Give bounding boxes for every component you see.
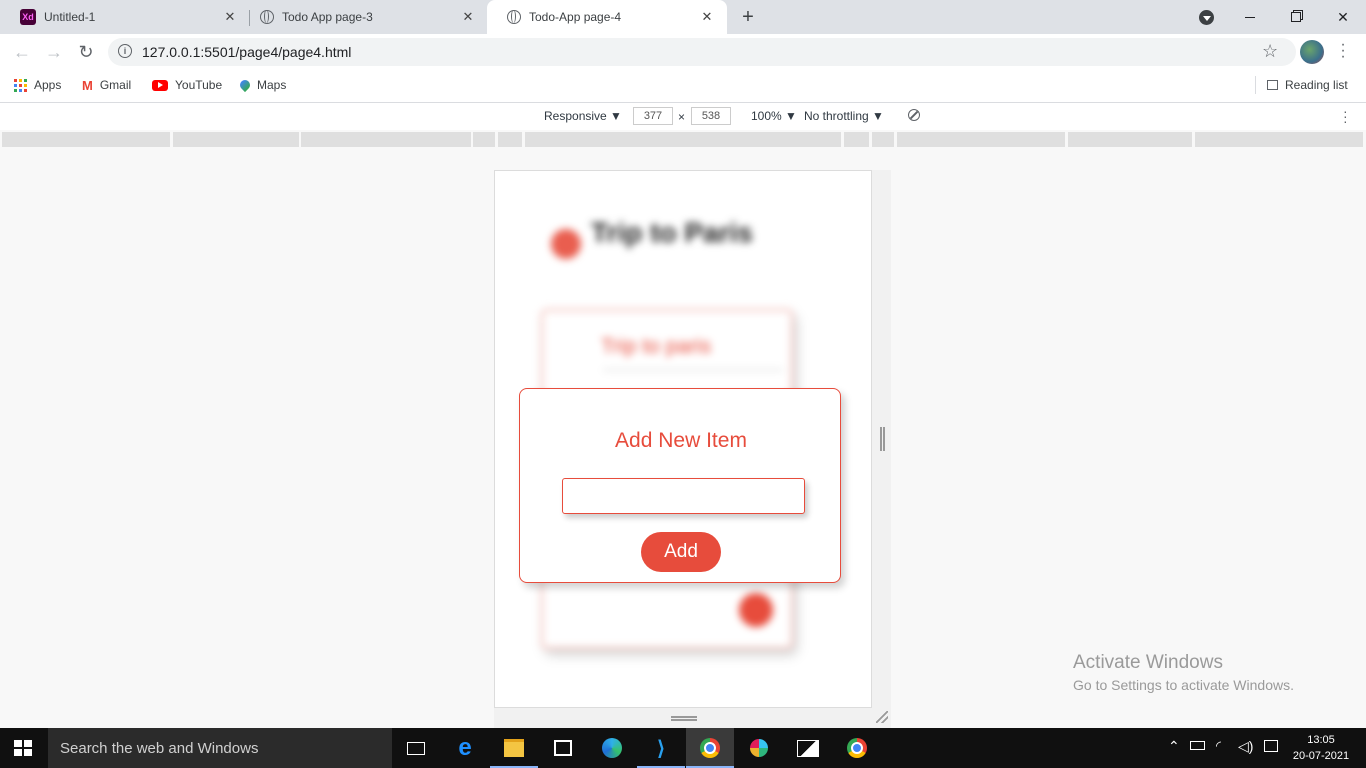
- tab-untitled[interactable]: Xd Untitled-1 ✕: [0, 0, 250, 34]
- vscode-icon[interactable]: ⟩: [637, 728, 685, 768]
- media-query-segment[interactable]: [1195, 132, 1363, 147]
- tab-todo-page-4[interactable]: Todo-App page-4 ✕: [487, 0, 727, 34]
- media-query-segment[interactable]: [498, 132, 522, 147]
- tab-search-icon[interactable]: [1199, 10, 1214, 25]
- corner-resize-icon[interactable]: [876, 711, 888, 723]
- device-menu-icon[interactable]: · · ·: [1343, 104, 1348, 128]
- viewport-resize-handle-bottom[interactable]: [494, 708, 891, 728]
- reading-list-label: Reading list: [1285, 78, 1348, 92]
- windows-start-icon[interactable]: [14, 740, 32, 756]
- bookmarks-divider: [1255, 76, 1256, 94]
- clock-date: 20-07-2021: [1292, 750, 1350, 762]
- media-query-segment[interactable]: [525, 132, 841, 147]
- back-button-icon: [551, 229, 581, 259]
- new-tab-button[interactable]: +: [736, 5, 760, 29]
- close-icon[interactable]: ✕: [222, 9, 238, 25]
- tab-title: Untitled-1: [44, 10, 96, 24]
- modal-title: Add New Item: [615, 429, 747, 452]
- notifications-icon[interactable]: [1264, 740, 1278, 752]
- taskbar-clock[interactable]: 13:05 20-07-2021: [1290, 732, 1352, 764]
- menu-dots-icon[interactable]: · · ·: [1337, 37, 1349, 65]
- add-item-modal: Add New Item Add: [519, 388, 841, 583]
- restore-icon[interactable]: [1273, 0, 1319, 34]
- back-arrow-icon[interactable]: ←: [9, 40, 35, 64]
- activation-watermark-title: Activate Windows: [1073, 652, 1223, 673]
- slack-icon[interactable]: [735, 728, 783, 768]
- throttling-select[interactable]: No throttling ▼: [804, 109, 884, 123]
- width-input[interactable]: 377: [633, 107, 673, 125]
- media-query-segment[interactable]: [872, 132, 894, 147]
- resize-grip-icon[interactable]: [880, 427, 882, 451]
- apps-grid-icon: [14, 78, 27, 92]
- globe-icon: [260, 10, 274, 24]
- todo-divider: [603, 369, 783, 371]
- reload-icon[interactable]: ↻: [73, 40, 99, 64]
- close-icon[interactable]: ✕: [460, 9, 476, 25]
- height-input[interactable]: 538: [691, 107, 731, 125]
- gmail-icon: M: [82, 77, 93, 93]
- edge-icon[interactable]: [588, 728, 636, 768]
- bookmark-label: Maps: [257, 78, 287, 92]
- media-query-segment[interactable]: [897, 132, 1065, 147]
- page-heading: Trip to Paris: [591, 217, 753, 248]
- globe-icon: [507, 10, 521, 24]
- bookmark-star-icon[interactable]: ☆: [1262, 41, 1278, 62]
- media-query-segment[interactable]: [844, 132, 869, 147]
- store-icon[interactable]: [539, 728, 587, 768]
- chrome-icon[interactable]: [833, 728, 881, 768]
- dimension-separator: ×: [678, 110, 686, 124]
- rotate-icon[interactable]: [908, 109, 920, 121]
- media-query-segment[interactable]: [473, 132, 495, 147]
- minimize-icon[interactable]: [1227, 0, 1273, 34]
- reading-list-icon: [1267, 80, 1278, 90]
- bookmark-gmail[interactable]: M Gmail: [82, 76, 131, 94]
- viewport-resize-handle-right[interactable]: [872, 170, 891, 708]
- address-url[interactable]: 127.0.0.1:5501/page4/page4.html: [142, 44, 351, 60]
- site-info-icon[interactable]: i: [118, 44, 132, 58]
- bookmark-label: YouTube: [175, 78, 223, 92]
- device-select[interactable]: Responsive ▼: [544, 109, 622, 123]
- wifi-icon[interactable]: ◜: [1216, 738, 1221, 754]
- activation-watermark-text: Go to Settings to activate Windows.: [1073, 677, 1294, 693]
- clock-time: 13:05: [1307, 734, 1335, 746]
- photos-icon[interactable]: [784, 728, 832, 768]
- media-query-segment[interactable]: [2, 132, 170, 147]
- window-close-icon[interactable]: ✕: [1320, 0, 1366, 34]
- edge-legacy-icon[interactable]: e: [441, 728, 489, 768]
- task-view-icon[interactable]: [392, 728, 440, 768]
- bookmark-apps[interactable]: Apps: [14, 76, 61, 94]
- tab-title: Todo App page-3: [282, 10, 373, 24]
- taskbar-search[interactable]: Search the web and Windows: [48, 728, 392, 768]
- resize-grip-icon[interactable]: [671, 716, 697, 718]
- maps-pin-icon: [237, 77, 253, 93]
- volume-icon[interactable]: ◁): [1238, 738, 1253, 755]
- forward-arrow-icon[interactable]: →: [41, 40, 67, 64]
- close-icon[interactable]: ✕: [699, 9, 715, 25]
- youtube-icon: [152, 79, 168, 91]
- adobe-xd-icon: Xd: [20, 9, 36, 25]
- reading-list[interactable]: Reading list: [1267, 76, 1348, 94]
- avatar[interactable]: [1300, 40, 1324, 64]
- media-query-segment[interactable]: [301, 132, 471, 147]
- tray-chevron-icon[interactable]: ⌃: [1168, 738, 1180, 755]
- tab-todo-page-3[interactable]: Todo App page-3 ✕: [240, 0, 488, 34]
- bookmark-maps[interactable]: Maps: [237, 76, 287, 94]
- tab-title: Todo-App page-4: [529, 10, 622, 24]
- add-fab-icon: [739, 593, 773, 627]
- bookmark-label: Apps: [34, 78, 62, 92]
- battery-icon[interactable]: [1190, 741, 1205, 750]
- bookmark-youtube[interactable]: YouTube: [152, 76, 222, 94]
- zoom-select[interactable]: 100% ▼: [751, 109, 797, 123]
- file-explorer-icon[interactable]: [490, 728, 538, 768]
- bookmark-label: Gmail: [99, 78, 132, 92]
- media-query-segment[interactable]: [173, 132, 299, 147]
- todo-item: Trip to paris: [601, 335, 712, 358]
- chrome-icon[interactable]: [686, 728, 734, 768]
- add-button[interactable]: Add: [641, 532, 721, 572]
- media-query-segment[interactable]: [1068, 132, 1192, 147]
- new-item-input[interactable]: [562, 478, 805, 514]
